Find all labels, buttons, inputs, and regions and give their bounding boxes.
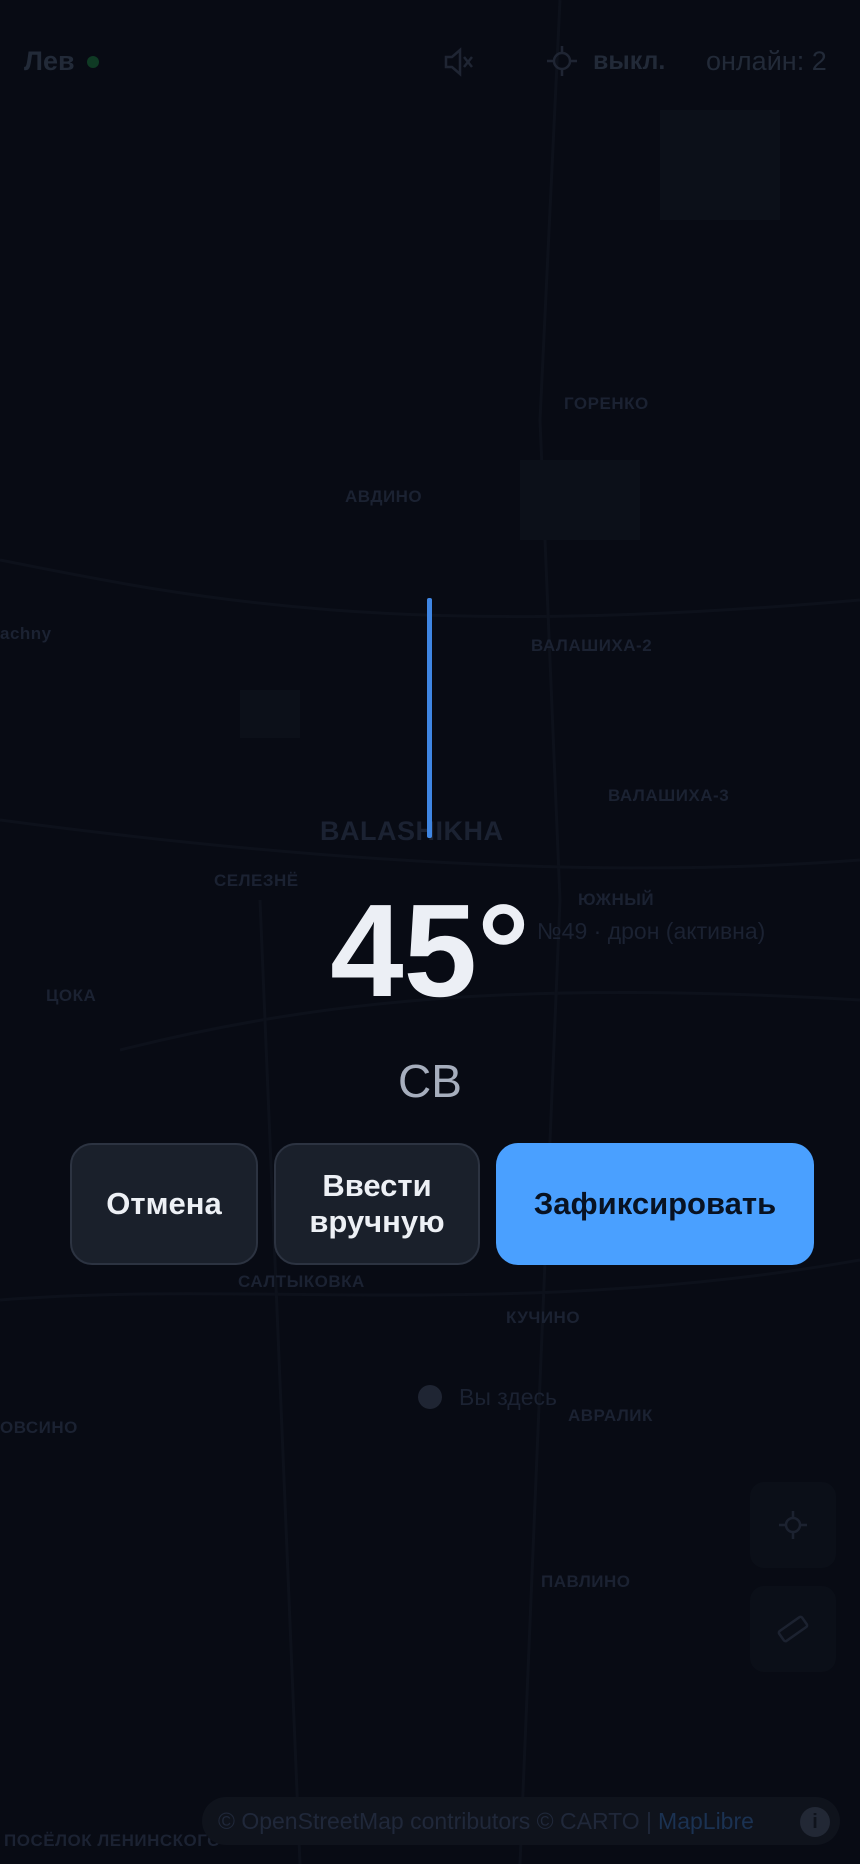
geolocation-toggle[interactable]: выкл. <box>545 44 665 78</box>
map-attribution: © OpenStreetMap contributors © CARTO | M… <box>202 1797 840 1845</box>
online-status-dot <box>86 55 99 68</box>
crosshair-icon <box>779 1511 807 1539</box>
map-label-partial: achny <box>0 624 52 643</box>
map-label: ПАВЛИНО <box>541 1572 631 1591</box>
online-count: онлайн: 2 <box>706 46 827 76</box>
locate-me-button[interactable] <box>750 1482 836 1568</box>
map-label: АВДИНО <box>345 487 423 506</box>
heading-needle[interactable] <box>427 598 432 838</box>
map-label: ОВСИНО <box>0 1418 78 1437</box>
user-location-label: Вы здесь <box>459 1384 557 1410</box>
heading-degrees: 45° <box>330 877 530 1024</box>
fix-heading-button[interactable]: Зафиксировать <box>496 1143 814 1265</box>
top-bar: Лев выкл. онлайн: 2 <box>0 0 860 120</box>
ruler-button[interactable] <box>750 1586 836 1672</box>
heading-direction: СВ <box>398 1055 462 1107</box>
user-location-marker[interactable] <box>418 1385 442 1409</box>
maplibre-link[interactable]: MapLibre <box>658 1808 754 1835</box>
user-name: Лев <box>24 46 75 76</box>
geolocation-status: выкл. <box>593 46 666 75</box>
manual-input-button[interactable]: Ввести вручную <box>274 1143 480 1265</box>
info-icon[interactable]: i <box>800 1807 830 1837</box>
map-label: ПОСЁЛОК ЛЕНИНСКОГО <box>4 1831 221 1850</box>
map-label: КУЧИНО <box>506 1308 581 1327</box>
user-indicator[interactable]: Лев <box>24 46 99 77</box>
heading-picker-screen: ГОРЕНКО АВДИНО ВАЛАШИХА-2 BALASHIKHA ВАЛ… <box>0 0 860 1864</box>
crosshair-icon <box>547 46 577 76</box>
mute-icon[interactable] <box>440 44 476 80</box>
map-label: ВАЛАШИХА-2 <box>531 636 653 655</box>
cancel-button[interactable]: Отмена <box>70 1143 258 1265</box>
map-label: САЛТЫКОВКА <box>238 1272 365 1291</box>
map-label: ГОРЕНКО <box>564 394 649 413</box>
attribution-text: © OpenStreetMap contributors © CARTO | <box>218 1807 653 1834</box>
map-label: BALASHIKHA <box>320 816 504 846</box>
ruler-icon <box>777 1615 809 1643</box>
map-label: ВАЛАШИХА-3 <box>608 786 730 805</box>
map-label: АВРАЛИК <box>568 1406 653 1425</box>
